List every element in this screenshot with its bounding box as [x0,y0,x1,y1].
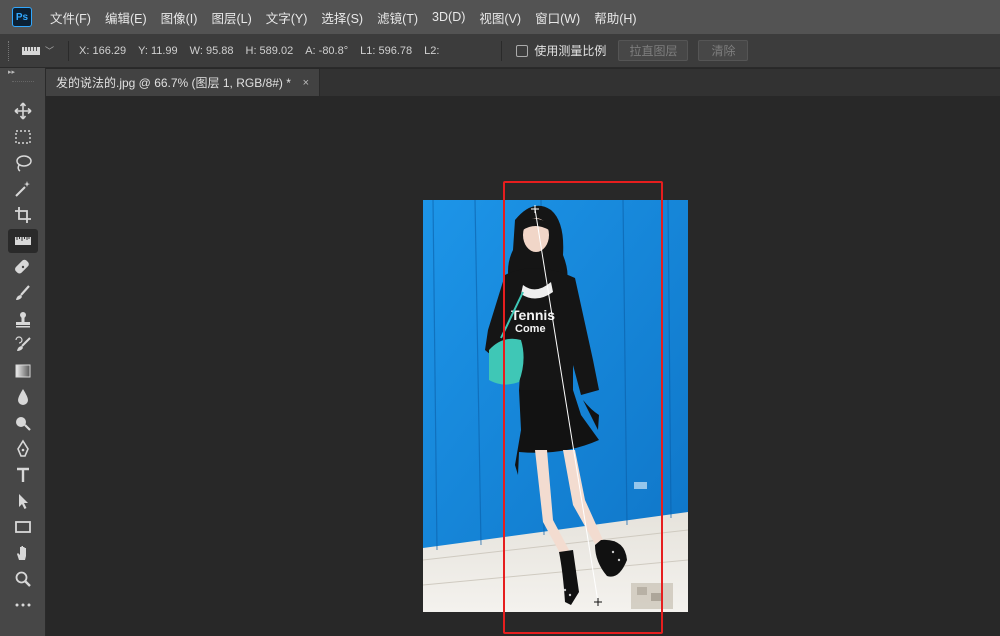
menu-type[interactable]: 文字(Y) [266,8,308,27]
menu-edit[interactable]: 编辑(E) [105,8,147,27]
document-tab-bar: 发的说法的.jpg @ 66.7% (图层 1, RGB/8#) * × [46,69,1000,96]
menu-select[interactable]: 选择(S) [321,8,363,27]
lasso-icon[interactable] [8,151,38,175]
stamp-icon[interactable] [8,307,38,331]
healing-brush-icon[interactable] [8,255,38,279]
width-readout: W: 95.88 [189,44,234,57]
document-tab-title: 发的说法的.jpg @ 66.7% (图层 1, RGB/8#) * [56,76,291,90]
collapse-panel-icon[interactable]: ▸▸ [0,68,46,78]
pen-icon[interactable] [8,437,38,461]
gradient-icon[interactable] [8,359,38,383]
crop-icon[interactable] [8,203,38,227]
photoshop-logo[interactable]: Ps [12,7,32,27]
brush-icon[interactable] [8,281,38,305]
divider [68,40,70,61]
options-bar: ﹀ X: 166.29 Y: 11.99 W: 95.88 H: 589.02 … [0,34,1000,68]
divider [501,40,503,61]
ruler-icon [22,46,40,55]
more-icon[interactable] [8,593,38,617]
y-readout: Y: 11.99 [138,44,178,57]
measurement-scale-label: 使用测量比例 [534,44,607,58]
hand-icon[interactable] [8,541,38,565]
magic-wand-icon[interactable] [8,177,38,201]
use-measurement-scale-toggle[interactable]: 使用测量比例 [516,42,606,59]
tools-panel: ▸▸ [0,68,46,636]
menu-layer[interactable]: 图层(L) [211,8,251,27]
ruler-icon[interactable] [8,229,38,253]
clear-button[interactable]: 清除 [698,40,749,61]
tool-preset-picker[interactable]: ﹀ [22,44,54,57]
x-readout: X: 166.29 [79,44,127,57]
menu-window[interactable]: 窗口(W) [535,8,580,27]
straighten-layer-button[interactable]: 拉直图层 [618,40,689,61]
menu-3d[interactable]: 3D(D) [432,10,465,24]
blur-icon[interactable] [8,385,38,409]
type-icon[interactable] [8,463,38,487]
menu-help[interactable]: 帮助(H) [594,8,636,27]
zoom-icon[interactable] [8,567,38,591]
measurement-scale-checkbox[interactable] [516,44,529,57]
menu-image[interactable]: 图像(I) [161,8,198,27]
chevron-down-icon: ﹀ [45,46,55,56]
length2-readout: L2: [424,44,440,57]
length1-readout: L1: 596.78 [360,44,413,57]
menu-filter[interactable]: 滤镜(T) [377,8,418,27]
panel-grip[interactable] [12,81,34,83]
history-brush-icon[interactable] [8,333,38,357]
close-icon[interactable]: × [303,77,309,89]
dodge-icon[interactable] [8,411,38,435]
menu-bar: Ps 文件(F) 编辑(E) 图像(I) 图层(L) 文字(Y) 选择(S) 滤… [0,0,1000,34]
options-grip[interactable] [8,40,12,61]
rectangle-icon[interactable] [8,515,38,539]
document-tab[interactable]: 发的说法的.jpg @ 66.7% (图层 1, RGB/8#) * × [46,69,320,96]
angle-readout: A: -80.8° [305,44,349,57]
menu-view[interactable]: 视图(V) [479,8,521,27]
menu-file[interactable]: 文件(F) [50,8,91,27]
height-readout: H: 589.02 [245,44,294,57]
highlight-annotation-box [503,181,663,634]
move-icon[interactable] [8,99,38,123]
path-select-icon[interactable] [8,489,38,513]
marquee-icon[interactable] [8,125,38,149]
